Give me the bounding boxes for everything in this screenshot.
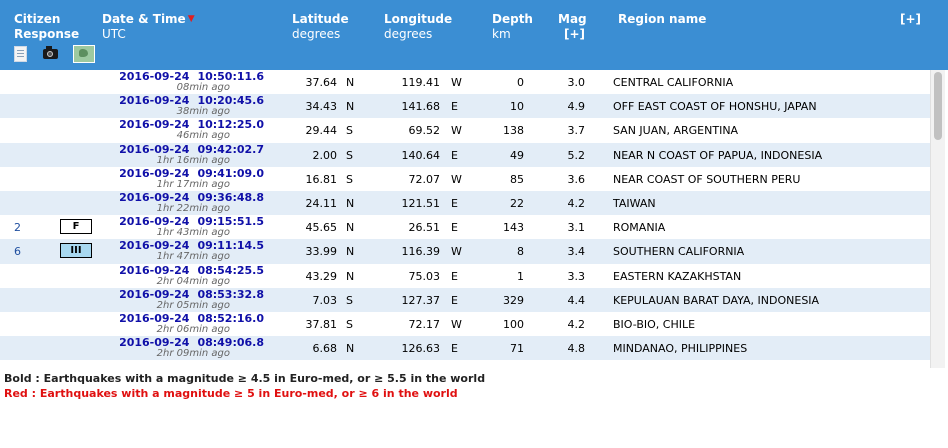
depth-unit: km	[492, 27, 511, 41]
table-row[interactable]: 2016-09-24 08:52:16.0 2hr 06min ago 37.81 S 7…	[0, 311, 930, 337]
latitude-label: Latitude	[292, 12, 349, 26]
region-header[interactable]: Region name	[618, 12, 706, 27]
sort-desc-icon[interactable]: ▼	[188, 14, 195, 24]
scrollbar-thumb[interactable]	[934, 72, 942, 140]
document-icon[interactable]	[14, 46, 27, 62]
region-name: NEAR N COAST OF PAPUA, INDONESIA	[613, 148, 823, 162]
depth-header[interactable]: Depth km	[492, 12, 533, 42]
longitude-unit: degrees	[384, 27, 433, 41]
region-name: MINDANAO, PHILIPPINES	[613, 342, 748, 356]
magnitude-value: 4.4	[567, 293, 586, 307]
region-label: Region name	[618, 12, 707, 26]
magnitude-value: 4.9	[567, 100, 586, 114]
mag-expand-link[interactable]: [+]	[564, 27, 587, 42]
region-name: NEAR COAST OF SOUTHERN PERU	[613, 172, 801, 186]
longitude-header[interactable]: Longitude degrees	[384, 12, 452, 42]
magnitude-value: 4.8	[567, 342, 586, 356]
magnitude-value: 3.6	[567, 172, 586, 186]
table-row[interactable]: 2016-09-24 09:41:09.0 1hr 17min ago 16.81 S 7…	[0, 166, 930, 191]
magnitude-value: 3.7	[567, 124, 586, 138]
intensity-badge[interactable]: III	[60, 243, 92, 259]
region-name: TAIWAN	[613, 196, 656, 210]
table-row[interactable]: 6 2016-09-24 09:11:14.5 1hr 47min ago 33.99 N…	[0, 239, 930, 264]
date-time-header[interactable]: Date & Time ▼ UTC	[102, 12, 195, 42]
citizen-label: Citizen	[14, 12, 61, 26]
region-name: CENTRAL CALIFORNIA	[613, 76, 734, 89]
magnitude-value: 4.2	[567, 196, 586, 210]
table-row[interactable]: 2016-09-24 08:49:06.8 2hr 09min ago 6.68 N 12…	[0, 336, 930, 361]
magnitude-value: 4.2	[567, 317, 586, 331]
map-icon[interactable]	[73, 45, 95, 63]
table-row[interactable]: 2 2016-09-24 09:15:51.5 1hr 43min ago 45.65 N…	[0, 215, 930, 240]
magnitude-value: 3.0	[567, 76, 586, 89]
date-time-label: Date & Time	[102, 12, 186, 26]
camera-icon[interactable]	[43, 46, 58, 59]
table-row[interactable]: 2016-09-24 08:53:32.8 2hr 05min ago 7.03 S 12…	[0, 287, 930, 312]
mag-header[interactable]: Mag [+]	[558, 12, 587, 42]
scrollbar[interactable]	[930, 70, 945, 368]
longitude-label: Longitude	[384, 12, 453, 26]
table-row[interactable]: 2016-09-24 10:20:45.6 38min ago 34.43 N 141.6…	[0, 94, 930, 119]
legend-bold: Bold : Earthquakes with a magnitude ≥ 4.…	[4, 372, 486, 385]
latitude-header[interactable]: Latitude degrees	[292, 12, 349, 42]
table-row[interactable]: 2016-09-24 08:54:25.5 2hr 04min ago 43.29 N 7…	[0, 263, 930, 288]
table-row[interactable]: 2016-09-24 10:12:25.0 46min ago 29.44 S 69.52…	[0, 118, 930, 143]
intensity-badge[interactable]: F	[60, 219, 92, 235]
table-row[interactable]: 2016-09-24 09:36:48.8 1hr 22min ago 24.11 N 1…	[0, 190, 930, 216]
region-name: KEPULAUAN BARAT DAYA, INDONESIA	[613, 293, 820, 307]
region-name: ROMANIA	[613, 221, 666, 235]
depth-label: Depth	[492, 12, 533, 26]
magnitude-value: 5.2	[567, 148, 586, 162]
region-name: SOUTHERN CALIFORNIA	[613, 245, 745, 259]
mag-label: Mag	[558, 12, 587, 26]
table-row[interactable]: 2016-09-24 10:50:11.6 08min ago 37.64 N 119.4…	[0, 70, 930, 95]
citizen-response-header[interactable]: Citizen Response	[14, 12, 79, 42]
table-row[interactable]: 2016-09-24 09:42:02.7 1hr 16min ago 2.00 S 14…	[0, 142, 930, 167]
region-name: EASTERN KAZAKHSTAN	[613, 269, 742, 283]
earthquake-list: 2016-09-24 10:50:11.6 08min ago 37.64 N 119.4…	[0, 70, 930, 368]
magnitude-value: 3.3	[567, 269, 586, 283]
legend-red: Red : Earthquakes with a magnitude ≥ 5 i…	[4, 387, 458, 400]
region-name: BIO-BIO, CHILE	[613, 317, 696, 331]
response-label: Response	[14, 27, 80, 41]
region-name: SAN JUAN, ARGENTINA	[613, 124, 739, 138]
region-name: OFF EAST COAST OF HONSHU, JAPAN	[613, 100, 817, 114]
expand-all-link[interactable]: [+]	[900, 12, 921, 27]
utc-label: UTC	[102, 27, 126, 41]
latitude-unit: degrees	[292, 27, 341, 41]
table-header: Citizen Response Date & Time ▼ UTC Latitu…	[0, 0, 948, 70]
